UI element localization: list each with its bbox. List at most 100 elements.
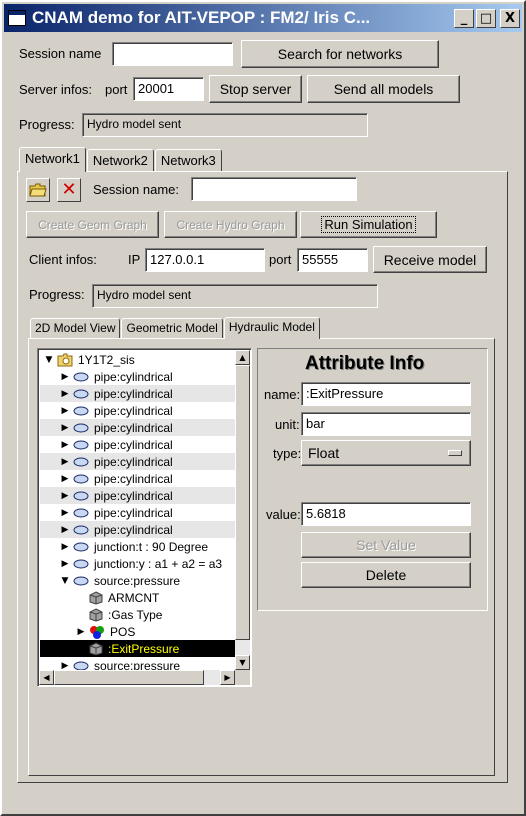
network-progress-label: Progress: <box>29 287 85 302</box>
create-geom-graph-button[interactable]: Create Geom Graph <box>26 211 159 238</box>
tab-network3[interactable]: Network3 <box>154 149 222 171</box>
client-ip-label: IP <box>128 252 141 267</box>
tree-node-label: :Gas Type <box>108 607 163 622</box>
scroll-left-icon[interactable]: ◀ <box>39 670 54 685</box>
tree-vertical-scrollbar[interactable]: ▲ ▼ <box>235 350 250 670</box>
search-networks-button[interactable]: Search for networks <box>241 40 439 68</box>
tree-node-label: 1Y1T2_sis <box>78 352 135 367</box>
collapse-arrow-icon[interactable]: ▼ <box>60 576 70 586</box>
tab-2d-model-view[interactable]: 2D Model View <box>30 318 121 338</box>
open-folder-button[interactable] <box>26 178 50 202</box>
attr-value-input[interactable]: 5.6818 <box>301 502 471 526</box>
attr-name-input[interactable]: :ExitPressure <box>301 382 471 406</box>
send-all-models-button[interactable]: Send all models <box>307 75 460 103</box>
tree-node[interactable]: :ExitPressure <box>40 640 235 657</box>
expand-arrow-icon[interactable]: ▶ <box>60 423 70 433</box>
model-tree[interactable]: ▼ 1Y1T2_sis ▶ pipe:cylindrical ▶ pipe:cylindr… <box>37 348 252 687</box>
pipe-node-icon <box>73 575 89 587</box>
expand-arrow-icon[interactable]: ▶ <box>60 440 70 450</box>
tab-geometric-model[interactable]: Geometric Model <box>121 318 223 338</box>
scroll-right-icon[interactable]: ▶ <box>220 670 235 685</box>
pipe-node-icon <box>73 524 89 536</box>
delete-network-button[interactable]: ✕ <box>57 178 81 202</box>
client-ip-input[interactable]: 127.0.0.1 <box>145 248 265 272</box>
scroll-down-icon[interactable]: ▼ <box>235 655 250 670</box>
tree-node[interactable]: ▶ pipe:cylindrical <box>40 453 235 470</box>
tree-root-node[interactable]: ▼ 1Y1T2_sis <box>40 351 235 368</box>
tab-network2[interactable]: Network2 <box>86 149 154 171</box>
maximize-button[interactable]: □ <box>476 8 496 28</box>
attribute-cube-icon <box>89 590 103 605</box>
client-port-label: port <box>269 252 292 267</box>
title-bar[interactable]: CNAM demo for AIT-VEPOP : FM2/ Iris C...… <box>4 4 522 32</box>
tree-horizontal-scrollbar[interactable]: ◀ ▶ <box>39 670 235 685</box>
tree-node-label: pipe:cylindrical <box>94 386 173 401</box>
tree-node[interactable]: ARMCNT <box>40 589 235 606</box>
expand-arrow-icon[interactable]: ▶ <box>60 457 70 467</box>
tree-node[interactable]: ▶ pipe:cylindrical <box>40 521 235 538</box>
expand-arrow-icon[interactable]: ▶ <box>60 372 70 382</box>
server-infos-label: Server infos: <box>19 82 92 97</box>
tree-node[interactable]: ▶ pipe:cylindrical <box>40 436 235 453</box>
network-session-name-input[interactable] <box>191 177 357 201</box>
attr-value-label: value: <box>266 507 301 522</box>
red-x-icon: ✕ <box>61 179 77 200</box>
pipe-node-icon <box>73 473 89 485</box>
attr-unit-input[interactable]: bar <box>301 412 471 436</box>
tree-node[interactable]: ▶ junction:y : a1 + a2 = a3 <box>40 555 235 572</box>
attr-type-select[interactable]: Float <box>301 440 471 466</box>
tree-node[interactable]: ▶ pipe:cylindrical <box>40 385 235 402</box>
stop-server-button[interactable]: Stop server <box>209 75 302 103</box>
tree-node[interactable]: ▶ pipe:cylindrical <box>40 487 235 504</box>
progress-field: Hydro model sent <box>82 113 368 137</box>
server-port-input[interactable]: 20001 <box>133 77 204 101</box>
delete-attribute-button[interactable]: Delete <box>301 562 471 588</box>
client-port-input[interactable]: 55555 <box>297 248 368 272</box>
tree-node-label: pipe:cylindrical <box>94 471 173 486</box>
scroll-corner <box>235 670 250 685</box>
rgb-balls-icon <box>89 625 105 639</box>
tree-node-label: pipe:cylindrical <box>94 505 173 520</box>
expand-arrow-icon[interactable]: ▶ <box>60 661 70 671</box>
expand-arrow-icon[interactable]: ▶ <box>60 389 70 399</box>
tree-node[interactable]: ▼ source:pressure <box>40 572 235 589</box>
receive-model-label: Receive model <box>383 251 477 268</box>
receive-model-button[interactable]: Receive model <box>373 246 487 273</box>
session-name-input[interactable] <box>112 42 233 66</box>
tree-node[interactable]: ▶ pipe:cylindrical <box>40 419 235 436</box>
run-simulation-button[interactable]: Run Simulation <box>300 211 437 238</box>
expand-arrow-icon[interactable]: ▶ <box>60 559 70 569</box>
horizontal-scroll-thumb[interactable] <box>54 670 204 685</box>
expand-arrow-icon[interactable]: ▶ <box>60 406 70 416</box>
expand-arrow-icon[interactable]: ▶ <box>60 491 70 501</box>
tree-node[interactable]: ▶ POS <box>40 623 235 640</box>
attribute-cube-icon <box>89 641 103 656</box>
expand-arrow-icon[interactable]: ▶ <box>60 525 70 535</box>
tree-node[interactable]: ▶ pipe:cylindrical <box>40 470 235 487</box>
tree-node[interactable]: ▶ pipe:cylindrical <box>40 368 235 385</box>
tree-node[interactable]: ▶ pipe:cylindrical <box>40 402 235 419</box>
tree-node[interactable]: ▶ pipe:cylindrical <box>40 504 235 521</box>
expand-arrow-icon[interactable]: ▶ <box>60 508 70 518</box>
tab-network1[interactable]: Network1 <box>19 147 86 172</box>
minimize-button[interactable]: _ <box>454 8 474 28</box>
tree-node[interactable]: ▶ source:pressure <box>40 657 235 670</box>
network-tabs: Network1 Network2 Network3 <box>19 147 223 172</box>
send-all-models-label: Send all models <box>333 81 434 97</box>
tab-hydraulic-model[interactable]: Hydraulic Model <box>223 317 320 339</box>
expand-arrow-icon[interactable]: ▶ <box>76 627 86 637</box>
tree-node[interactable]: :Gas Type <box>40 606 235 623</box>
close-button[interactable]: X <box>500 8 520 28</box>
expand-arrow-icon[interactable]: ▶ <box>60 542 70 552</box>
tree-node-label: pipe:cylindrical <box>94 369 173 384</box>
scroll-up-icon[interactable]: ▲ <box>235 350 250 365</box>
pipe-node-icon <box>73 507 89 519</box>
server-port-label: port <box>105 82 128 97</box>
expand-arrow-icon[interactable]: ▶ <box>60 474 70 484</box>
tree-node[interactable]: ▶ junction:t : 90 Degree <box>40 538 235 555</box>
set-value-button[interactable]: Set Value <box>301 532 471 558</box>
collapse-arrow-icon[interactable]: ▼ <box>44 355 54 365</box>
create-hydro-graph-button[interactable]: Create Hydro Graph <box>164 211 297 238</box>
pipe-node-icon <box>73 490 89 502</box>
vertical-scroll-thumb[interactable] <box>235 365 250 640</box>
